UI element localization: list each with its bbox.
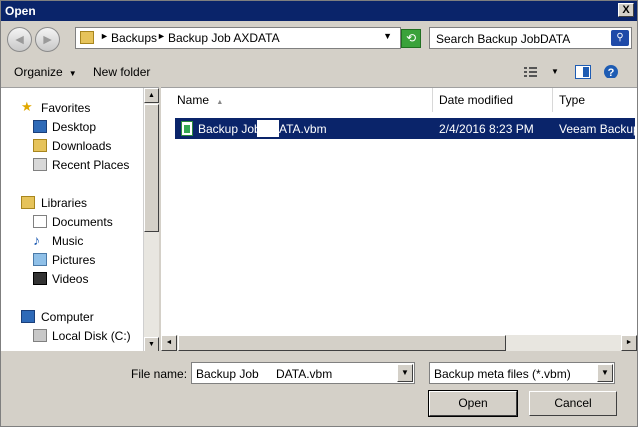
local-disk-icon (33, 329, 47, 342)
refresh-icon[interactable]: ⟲ (401, 29, 421, 48)
file-name-label: File name: (131, 367, 188, 381)
sidebar-item-documents[interactable]: Documents (52, 215, 113, 229)
address-dropdown-icon[interactable]: ▼ (383, 31, 392, 41)
footer: File name: Backup Job DATA.vbm ▼ Backup … (1, 351, 637, 427)
chevron-down-icon[interactable]: ▼ (597, 364, 613, 382)
new-folder-button[interactable]: New folder (93, 65, 150, 79)
scroll-left-icon[interactable]: ◄ (161, 335, 177, 351)
preview-pane-icon[interactable] (575, 65, 591, 79)
file-date: 2/4/2016 8:23 PM (439, 122, 534, 136)
window-title: Open (5, 4, 36, 18)
file-name: Backup Job (198, 122, 261, 136)
sidebar-item-downloads[interactable]: Downloads (52, 139, 111, 153)
file-type-filter[interactable]: Backup meta files (*.vbm) ▼ (429, 362, 615, 384)
chevron-down-icon: ▼ (68, 69, 77, 78)
music-icon: ♪ (33, 232, 40, 248)
navigation-bar: ◄ ► ► Backups ► Backup Job AXDATA ▼ ⟲ Se… (1, 21, 637, 57)
search-icon[interactable]: ⚲ (611, 30, 629, 46)
scroll-up-icon[interactable]: ▲ (144, 88, 159, 103)
forward-button[interactable]: ► (35, 27, 60, 52)
file-type-filter-value: Backup meta files (*.vbm) (434, 367, 571, 381)
scroll-right-icon[interactable]: ► (621, 335, 637, 351)
breadcrumb-arrow-icon: ► (157, 31, 166, 41)
sidebar-libraries[interactable]: Libraries (41, 196, 87, 210)
close-button[interactable]: X (618, 3, 634, 17)
star-icon: ★ (21, 99, 33, 114)
back-button[interactable]: ◄ (7, 27, 32, 52)
search-placeholder: Search Backup Job (436, 32, 541, 46)
file-name-value: Backup Job (196, 367, 259, 381)
sidebar-item-local-disk[interactable]: Local Disk (C:) (52, 329, 131, 343)
column-headers: Name ▲ Date modified Type (161, 88, 637, 112)
sidebar-favorites[interactable]: Favorites (41, 101, 90, 115)
chevron-down-icon[interactable]: ▼ (397, 364, 413, 382)
sidebar-scrollbar[interactable]: ▲ ▼ (143, 88, 159, 351)
breadcrumb-backups[interactable]: Backups (111, 31, 157, 45)
search-box[interactable]: Search Backup Job DATA ⚲ (429, 27, 632, 49)
view-options-icon[interactable] (523, 65, 539, 79)
sidebar-computer[interactable]: Computer (41, 310, 94, 324)
libraries-icon (21, 196, 35, 209)
sidebar-item-recent-places[interactable]: Recent Places (52, 158, 129, 172)
sidebar-item-videos[interactable]: Videos (52, 272, 88, 286)
column-date-modified[interactable]: Date modified (433, 88, 553, 112)
search-placeholder-suffix: DATA (540, 32, 571, 46)
vbm-file-icon (181, 121, 193, 136)
breadcrumb-arrow-icon: ► (100, 31, 109, 41)
hscrollbar-thumb[interactable] (178, 335, 506, 351)
documents-icon (33, 215, 47, 228)
videos-icon (33, 272, 47, 285)
organize-button[interactable]: Organize ▼ (14, 65, 77, 79)
scroll-down-icon[interactable]: ▼ (144, 337, 159, 351)
open-dialog: Open X ◄ ► ► Backups ► Backup Job AXDATA… (0, 0, 638, 427)
recent-places-icon (33, 158, 47, 171)
column-type[interactable]: Type (553, 88, 637, 112)
title-bar: Open X (1, 1, 637, 21)
open-button[interactable]: Open (428, 390, 518, 417)
toolbar: Organize ▼ New folder ▼ ? (1, 57, 637, 87)
breadcrumb-backup-job[interactable]: Backup Job AXDATA (168, 31, 280, 45)
downloads-icon (33, 139, 47, 152)
file-name-suffix: ATA.vbm (279, 122, 327, 136)
view-dropdown-icon[interactable]: ▼ (551, 67, 559, 76)
computer-icon (21, 310, 35, 323)
column-name[interactable]: Name ▲ (161, 88, 433, 112)
address-bar[interactable]: ► Backups ► Backup Job AXDATA ▼ (75, 27, 401, 49)
file-type: Veeam Backup (559, 122, 637, 136)
file-list-hscrollbar[interactable]: ◄ ► (161, 335, 637, 351)
file-name-field[interactable]: Backup Job DATA.vbm ▼ (191, 362, 415, 384)
help-icon[interactable]: ? (603, 64, 619, 78)
sort-arrow-icon: ▲ (216, 99, 224, 106)
table-row[interactable]: Backup Job ATA.vbm 2/4/2016 8:23 PM Veea… (175, 118, 637, 139)
file-list: Name ▲ Date modified Type Backup Job ATA… (161, 87, 637, 351)
redaction-block (257, 120, 279, 137)
column-name-label: Name (177, 93, 210, 107)
svg-text:?: ? (608, 67, 615, 78)
pictures-icon (33, 253, 47, 266)
file-name-value-suffix: DATA.vbm (276, 367, 333, 381)
folder-icon (80, 31, 94, 44)
cancel-button[interactable]: Cancel (529, 391, 617, 416)
scrollbar-thumb[interactable] (144, 104, 159, 232)
navigation-pane: ★ Favorites Desktop Downloads Recent Pla… (1, 87, 159, 351)
sidebar-item-pictures[interactable]: Pictures (52, 253, 95, 267)
sidebar-item-music[interactable]: Music (52, 234, 83, 248)
organize-label: Organize (14, 65, 63, 79)
desktop-icon (33, 120, 47, 133)
sidebar-item-desktop[interactable]: Desktop (52, 120, 96, 134)
